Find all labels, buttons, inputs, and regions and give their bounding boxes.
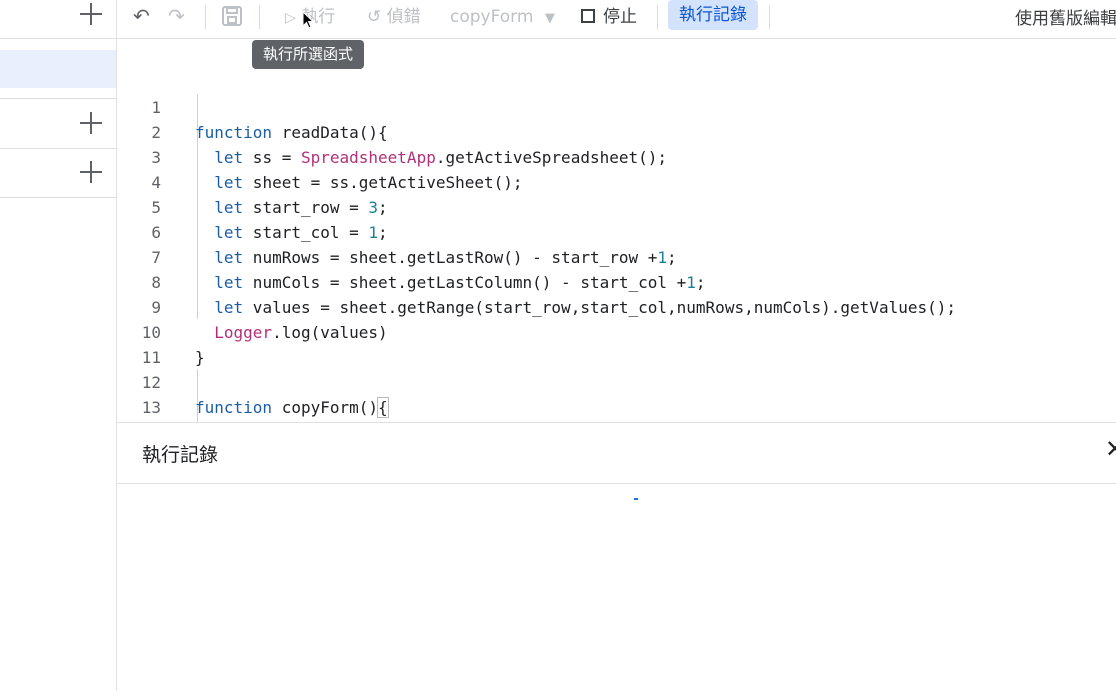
execution-log-title: 執行記錄 <box>142 444 219 466</box>
undo-icon[interactable]: ↶ <box>133 6 150 26</box>
stop-icon <box>581 9 595 23</box>
code-line[interactable]: 10 } <box>117 295 205 367</box>
code-line[interactable]: 6 let numRows = sheet.getLastRow() - sta… <box>117 195 676 267</box>
legacy-editor-button[interactable]: 使用舊版編輯 <box>1015 4 1116 29</box>
line-code: function copyForm(){ <box>195 397 389 418</box>
code-line[interactable]: 4 let start_row = 3; <box>117 145 387 217</box>
sidebar-section-services[interactable] <box>0 148 116 198</box>
toolbar: ↶ ↷ ▷ 執行 ↺ 偵錯 copyForm ▼ 停止 執行記錄 使用舊版編輯 <box>117 0 1116 39</box>
code-line[interactable]: 12 function copyForm(){ <box>117 345 389 418</box>
debug-button[interactable]: ↺ 偵錯 <box>367 3 421 31</box>
add-service-icon[interactable] <box>80 161 102 183</box>
function-select[interactable]: copyForm ▼ <box>450 3 555 31</box>
add-library-icon[interactable] <box>80 112 102 134</box>
stop-label: 停止 <box>603 7 637 27</box>
sidebar-section-libraries[interactable] <box>0 98 116 149</box>
sidebar <box>0 0 117 691</box>
toolbar-divider <box>205 5 206 29</box>
debug-label: 偵錯 <box>386 7 421 27</box>
toolbar-divider <box>657 5 658 29</box>
code-line[interactable]: 8 let values = sheet.getRange(start_row,… <box>117 245 956 317</box>
code-line[interactable]: 7 let numCols = sheet.getLastColumn() - … <box>117 220 705 292</box>
run-tooltip: 執行所選函式 <box>252 40 365 69</box>
toolbar-divider <box>769 5 770 29</box>
line-code: function readData(){ <box>195 123 388 142</box>
sidebar-header <box>0 0 116 39</box>
line-code: let ss = SpreadsheetApp.getActiveSpreads… <box>214 148 668 167</box>
code-editor[interactable]: 1 function readData(){ 2 let ss = Spread… <box>117 39 1116 422</box>
function-select-value: copyForm <box>450 7 534 27</box>
line-code: let start_col = 1; <box>214 223 388 242</box>
redo-icon[interactable]: ↷ <box>168 6 185 26</box>
play-icon: ▷ <box>285 10 296 26</box>
execution-log-button[interactable]: 執行記錄 <box>668 0 758 30</box>
code-line[interactable]: 3 let sheet = ss.getActiveSheet(); <box>117 120 522 192</box>
code-line[interactable]: 11 <box>117 320 161 367</box>
execution-log-panel: 執行記錄 ✕ <box>117 422 1116 692</box>
code-line[interactable]: 2 let ss = SpreadsheetApp.getActiveSprea… <box>117 95 667 167</box>
save-icon[interactable] <box>221 5 243 30</box>
execution-log-header: 執行記錄 ✕ <box>117 423 1116 484</box>
toolbar-divider <box>259 5 260 29</box>
line-code: let numCols = sheet.getLastColumn() - st… <box>214 273 706 292</box>
debug-icon: ↺ <box>367 7 382 27</box>
line-code: let start_row = 3; <box>214 198 388 217</box>
code-line[interactable]: 5 let start_col = 1; <box>117 170 387 242</box>
line-code: let numRows = sheet.getLastRow() - start… <box>214 248 677 267</box>
sidebar-item-selected-file[interactable] <box>0 50 116 88</box>
code-line[interactable]: 9 Logger.log(values) <box>117 270 387 342</box>
line-code: Logger.log(values) <box>214 323 388 342</box>
chevron-down-icon: ▼ <box>544 11 555 26</box>
line-code: } <box>195 348 205 367</box>
code-line[interactable]: 13 let target_id = "106sLHu_xt2XjVDypCPo… <box>117 370 161 417</box>
code-line[interactable]: 1 function readData(){ <box>117 70 387 142</box>
line-code: let values = sheet.getRange(start_row,st… <box>214 298 956 317</box>
line-code: let sheet = ss.getActiveSheet(); <box>214 173 523 192</box>
add-file-icon[interactable] <box>80 3 102 25</box>
code-line[interactable]: 14 let form_file = DriveApp.getFileById(… <box>117 395 156 420</box>
mouse-cursor-icon <box>302 11 314 29</box>
stop-button[interactable]: 停止 <box>581 3 637 31</box>
close-icon[interactable]: ✕ <box>1105 437 1116 461</box>
loading-indicator <box>634 498 638 500</box>
